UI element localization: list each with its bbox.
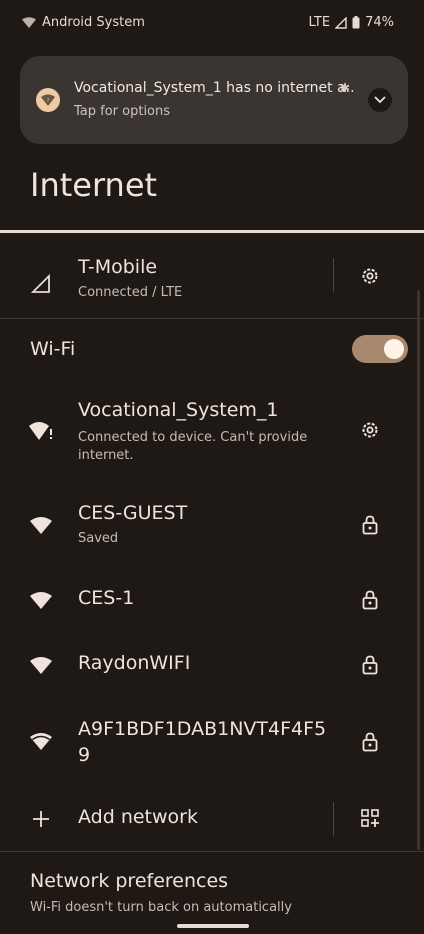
wifi-icon — [28, 587, 54, 613]
wifi-network-row[interactable]: A9F1BDF1DAB1NVT4F4F5 9 — [0, 712, 424, 772]
cell-signal-icon — [28, 271, 54, 297]
header-divider — [0, 230, 424, 233]
status-bar: Android System LTE 74% — [0, 0, 424, 46]
add-network-label: Add network — [78, 806, 198, 828]
wifi-icon — [28, 652, 54, 678]
status-bar-right: LTE 74% — [308, 15, 394, 30]
mobile-network-row[interactable]: T-Mobile Connected / LTE — [0, 248, 424, 318]
toggle-knob — [384, 339, 404, 359]
gear-icon[interactable] — [358, 264, 382, 288]
network-preferences-subtitle: Wi-Fi doesn't turn back on automatically — [30, 900, 292, 915]
notification-card[interactable]: ? Vocational_System_1 has no internet a.… — [20, 56, 408, 144]
mobile-carrier-name: T-Mobile — [78, 256, 158, 278]
wifi-network-row[interactable]: CES-GUEST Saved — [0, 498, 424, 558]
wifi-icon — [28, 512, 54, 538]
page-title: Internet — [30, 166, 158, 204]
network-status: Saved — [78, 531, 119, 546]
network-name: RaydonWIFI — [78, 652, 191, 674]
network-name: CES-1 — [78, 587, 135, 609]
home-indicator[interactable] — [177, 924, 249, 928]
notification-title: Vocational_System_1 has no internet a.. — [74, 80, 355, 96]
status-source: Android System — [42, 15, 145, 30]
wifi-status-icon — [22, 17, 36, 28]
status-bar-left: Android System — [22, 15, 145, 30]
battery-icon — [352, 16, 360, 29]
wifi-network-row[interactable]: CES-1 — [0, 575, 424, 621]
section-divider — [0, 318, 424, 319]
gear-icon[interactable] — [358, 418, 382, 442]
divider — [333, 802, 334, 836]
network-type: LTE — [308, 15, 331, 30]
divider — [333, 258, 334, 292]
lock-icon — [358, 653, 382, 677]
network-preferences-title[interactable]: Network preferences — [30, 870, 228, 892]
mobile-status: Connected / LTE — [78, 285, 183, 300]
wifi-alert-icon: ? — [36, 88, 60, 112]
lock-icon — [358, 730, 382, 754]
chevron-down-icon[interactable] — [368, 88, 392, 112]
section-divider — [0, 851, 424, 852]
wifi-network-row[interactable]: RaydonWIFI — [0, 640, 424, 686]
lock-icon — [358, 588, 382, 612]
svg-text:?: ? — [47, 98, 50, 104]
plus-icon — [28, 806, 54, 832]
network-status: Connected to device. Can't provide inter… — [78, 430, 308, 463]
wifi-toggle[interactable] — [352, 335, 408, 363]
wifi-network-row[interactable]: Vocational_System_1 Connected to device.… — [0, 395, 424, 470]
lock-icon — [358, 513, 382, 537]
add-network-row[interactable]: Add network — [0, 796, 424, 842]
bug-icon: ✱ — [340, 81, 351, 95]
wifi-label: Wi-Fi — [30, 338, 76, 360]
network-name: CES-GUEST — [78, 502, 188, 524]
signal-icon — [335, 16, 347, 29]
notification-subtitle: Tap for options — [74, 104, 171, 119]
battery-level: 74% — [365, 15, 394, 30]
wifi-warning-icon — [28, 417, 54, 443]
network-name: A9F1BDF1DAB1NVT4F4F5 9 — [78, 718, 327, 766]
qr-scan-icon[interactable] — [358, 806, 382, 830]
wifi-icon — [28, 728, 54, 754]
network-name: Vocational_System_1 — [78, 399, 279, 421]
